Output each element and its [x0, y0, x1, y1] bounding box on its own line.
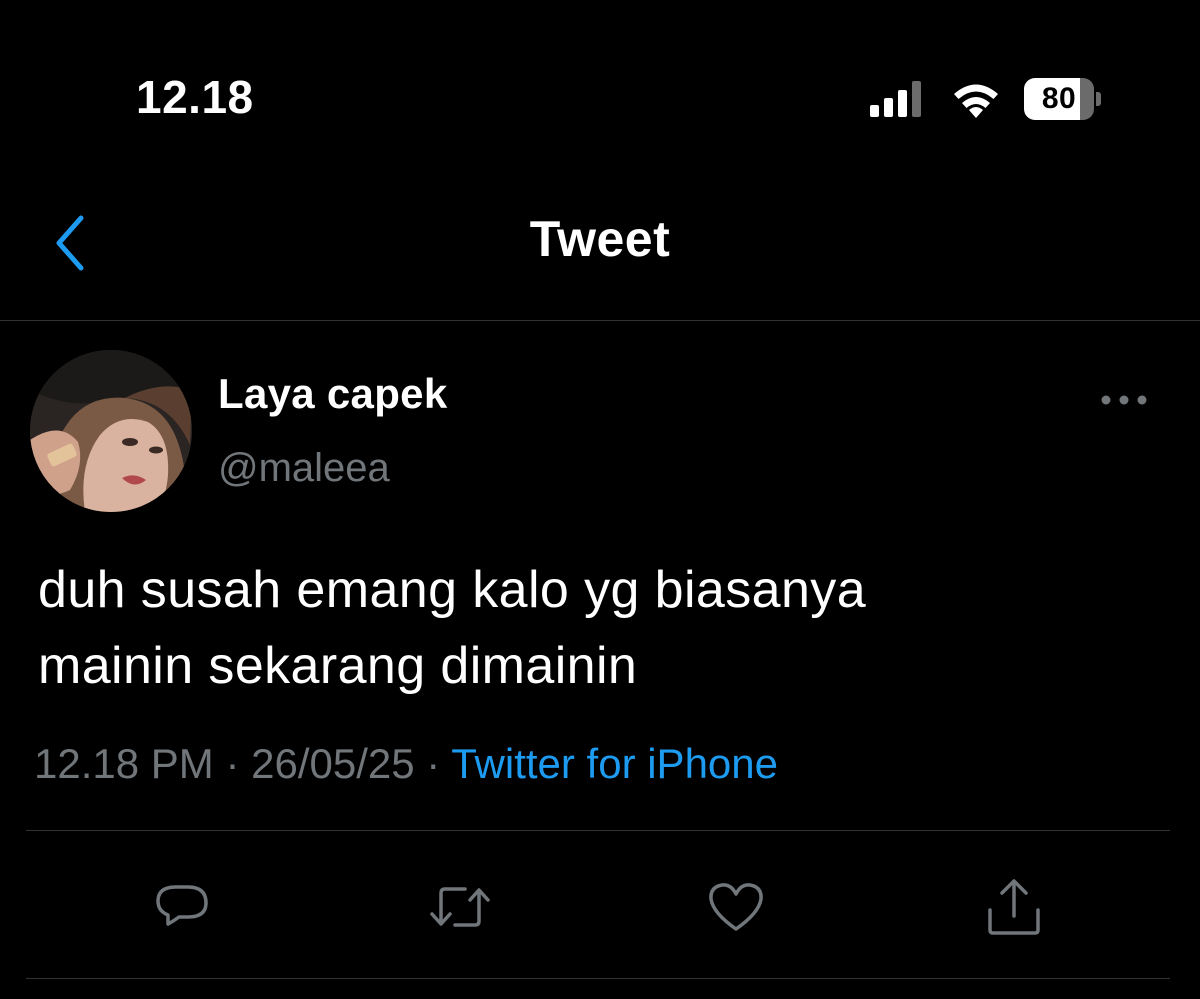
divider: [26, 978, 1170, 979]
tweet-text-line: mainin sekarang dimainin: [38, 637, 638, 695]
tweet-time: 12.18 PM: [34, 740, 214, 787]
status-icons: 80: [870, 76, 1101, 122]
reply-button[interactable]: [150, 875, 214, 939]
meta-separator: ·: [213, 740, 252, 787]
tweet-text: duh susah emang kalo yg biasanya mainin …: [38, 552, 1168, 704]
tweet-text-line: duh susah emang kalo yg biasanya: [38, 561, 867, 619]
avatar[interactable]: [30, 350, 192, 512]
page-title: Tweet: [529, 211, 671, 267]
status-time: 12.18: [136, 71, 254, 123]
nav-bar: Tweet: [0, 190, 1200, 321]
retweet-button[interactable]: [428, 875, 492, 939]
more-options-button[interactable]: [1096, 384, 1152, 420]
like-button[interactable]: [704, 875, 768, 939]
author-display-name[interactable]: Laya capek: [218, 370, 448, 418]
avatar-photo: [30, 350, 192, 512]
battery-level: 80: [1041, 82, 1077, 115]
tweet-meta: 12.18 PM · 26/05/25 · Twitter for iPhone: [34, 740, 778, 788]
signal-icon: [870, 81, 928, 117]
wifi-icon: [950, 80, 1002, 118]
tweet-source-link[interactable]: Twitter for iPhone: [451, 740, 778, 787]
share-button[interactable]: [982, 875, 1046, 939]
battery-tip: [1096, 92, 1101, 106]
reply-icon: [152, 877, 212, 937]
more-horizontal-icon: [1100, 393, 1148, 411]
battery-icon: 80: [1024, 78, 1101, 120]
divider: [26, 830, 1170, 831]
retweet-icon: [427, 877, 493, 937]
battery-body: 80: [1024, 78, 1094, 120]
status-bar: 12.18 80: [0, 0, 1200, 190]
tweet-date: 26/05/25: [251, 740, 415, 787]
like-icon: [705, 877, 767, 937]
meta-separator: ·: [414, 740, 452, 787]
author-handle[interactable]: @maleea: [218, 446, 390, 491]
share-icon: [983, 876, 1045, 938]
